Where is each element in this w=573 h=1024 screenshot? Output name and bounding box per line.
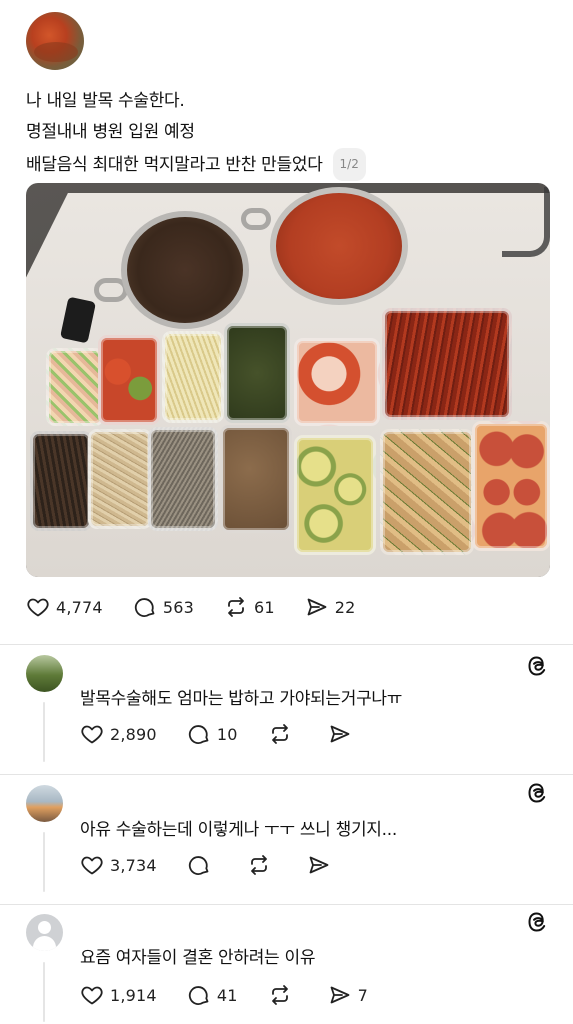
post-line-2: 명절내내 병원 입원 예정 [26, 122, 195, 142]
send-icon [330, 986, 349, 1004]
comment-actions: 3,734 [80, 853, 367, 877]
reply-count: 563 [162, 597, 194, 617]
photo-pot-handle-right [241, 208, 271, 230]
heart-icon [27, 598, 49, 617]
comment-icon [188, 986, 209, 1005]
send-icon [309, 856, 329, 874]
comment-actions: 1,914 41 7 [80, 983, 398, 1007]
send-icon [307, 598, 327, 616]
default-avatar-body [33, 936, 56, 951]
comment-actions: 2,890 10 [80, 722, 388, 746]
divider [0, 774, 573, 775]
thread-line [43, 702, 45, 762]
comment-icon [134, 598, 155, 617]
thread-line [43, 832, 45, 892]
repost-icon [228, 597, 244, 617]
photo-container [380, 429, 474, 555]
photo-container [224, 323, 290, 423]
like-count: 3,734 [110, 855, 157, 875]
comment-avatar[interactable] [26, 785, 63, 822]
post-actions: 4,774 563 61 22 [26, 595, 385, 619]
comment-icon [188, 856, 209, 875]
reply-button[interactable]: 41 [187, 983, 238, 1007]
photo-container [294, 435, 376, 555]
divider [0, 904, 573, 905]
photo-container [472, 421, 550, 551]
threads-logo-icon[interactable] [526, 910, 550, 934]
heart-icon [81, 986, 103, 1005]
share-button[interactable] [328, 722, 358, 746]
like-count: 1,914 [110, 985, 157, 1005]
repost-count: 61 [253, 597, 275, 617]
share-count: 7 [357, 985, 368, 1005]
photo-container [294, 338, 380, 426]
comment-avatar[interactable] [26, 914, 63, 951]
like-button[interactable]: 2,890 [80, 722, 157, 746]
post-line-1: 나 내일 발목 수술한다. [26, 91, 185, 111]
comment-text: 아유 수술하는데 이렇게나 ㅜㅜ 쓰니 챙기지... [80, 820, 397, 840]
repost-button[interactable] [268, 983, 298, 1007]
send-icon [330, 725, 349, 743]
photo-container [30, 431, 92, 531]
default-avatar-head [38, 921, 51, 934]
threads-logo-icon[interactable] [526, 654, 550, 678]
share-button[interactable] [307, 853, 337, 877]
comment-avatar[interactable] [26, 655, 63, 692]
share-button[interactable]: 22 [305, 595, 356, 619]
like-button[interactable]: 4,774 [26, 595, 103, 619]
post-body: 나 내일 발목 수술한다. 명절내내 병원 입원 예정 배달음식 최대한 먹지말… [26, 86, 366, 181]
photo-container [46, 348, 104, 426]
comment-icon [188, 725, 209, 744]
photo-container [98, 335, 160, 425]
repost-icon [271, 724, 288, 744]
share-button[interactable]: 7 [328, 983, 368, 1007]
photo-cord [502, 187, 550, 257]
author-avatar[interactable] [26, 12, 84, 70]
divider [0, 644, 573, 645]
reply-count: 41 [216, 985, 238, 1005]
photo-container [162, 331, 224, 423]
photo-pot-braised-meat [121, 211, 249, 329]
like-button[interactable]: 1,914 [80, 983, 157, 1007]
like-count: 2,890 [110, 724, 157, 744]
photo-container [220, 425, 292, 533]
heart-icon [81, 725, 103, 744]
photo-container [88, 429, 152, 529]
repost-icon [250, 855, 267, 875]
repost-button[interactable]: 61 [224, 595, 275, 619]
photo-container [382, 308, 512, 420]
comment-text: 발목수술해도 엄마는 밥하고 가야되는거구나ㅠ [80, 689, 403, 709]
post-line-3-text: 배달음식 최대한 먹지말라고 반찬 만들었다 [26, 155, 323, 175]
photo-container [148, 427, 218, 531]
like-count: 4,774 [56, 597, 103, 617]
photo-pot-stew [270, 187, 408, 305]
reply-button[interactable]: 10 [187, 722, 238, 746]
threads-logo-icon[interactable] [526, 781, 550, 805]
share-count: 22 [334, 597, 356, 617]
reply-button[interactable]: 563 [133, 595, 194, 619]
reply-button[interactable] [187, 853, 217, 877]
thread-line [43, 962, 45, 1022]
comment-text: 요즘 여자들이 결혼 안하려는 이유 [80, 948, 316, 968]
repost-icon [271, 985, 288, 1005]
media-page-indicator: 1/2 [332, 148, 366, 181]
heart-icon [81, 856, 103, 875]
reply-count: 10 [216, 724, 238, 744]
repost-button[interactable] [268, 722, 298, 746]
like-button[interactable]: 3,734 [80, 853, 157, 877]
post-line-3: 배달음식 최대한 먹지말라고 반찬 만들었다 1/2 [26, 148, 366, 181]
post-photo[interactable] [26, 183, 550, 577]
repost-button[interactable] [247, 853, 277, 877]
